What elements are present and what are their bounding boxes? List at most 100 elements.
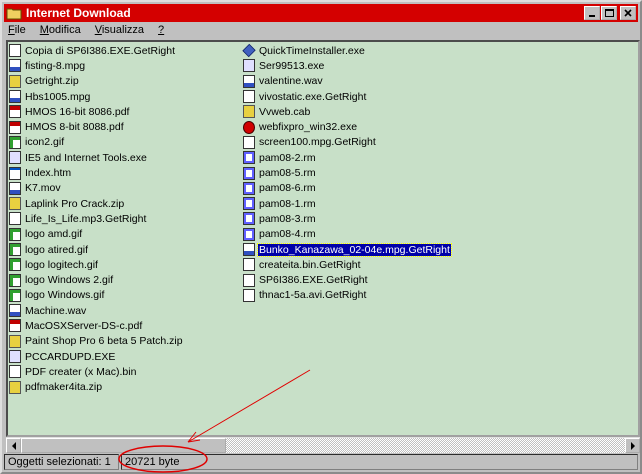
menu-accelerator: ?: [158, 24, 165, 36]
status-selected-count: Oggetti selezionati: 1: [4, 454, 119, 470]
menu-accelerator: V: [94, 24, 102, 36]
file-column-2: QuickTimeInstaller.exe Ser99513.exe valent…: [242, 43, 452, 303]
zip-file-icon: [9, 197, 21, 211]
file-item[interactable]: HMOS 8-bit 8088.pdf: [9, 119, 184, 134]
doc-file-icon: [9, 44, 21, 58]
file-item[interactable]: K7.mov: [9, 181, 184, 196]
file-item[interactable]: Vvweb.cab: [243, 104, 451, 119]
file-item[interactable]: MacOSXServer-DS-c.pdf: [9, 318, 184, 333]
scroll-thumb[interactable]: [21, 438, 226, 453]
file-item[interactable]: SP6I386.EXE.GetRight: [243, 272, 451, 287]
file-name: SP6I386.EXE.GetRight: [259, 274, 368, 287]
file-item[interactable]: Index.htm: [9, 165, 184, 180]
file-item[interactable]: vivostatic.exe.GetRight: [243, 89, 451, 104]
file-item[interactable]: pam08-5.rm: [243, 165, 451, 180]
file-item[interactable]: Hbs1005.mpg: [9, 89, 184, 104]
rm-file-icon: [243, 151, 255, 165]
file-name: Hbs1005.mpg: [25, 90, 91, 103]
scroll-right-button[interactable]: [625, 438, 640, 453]
file-item[interactable]: logo atired.gif: [9, 242, 184, 257]
file-name: webfixpro_win32.exe: [259, 121, 358, 134]
file-item[interactable]: logo logitech.gif: [9, 257, 184, 272]
gif-file-icon: [9, 243, 21, 256]
file-item[interactable]: logo Windows.gif: [9, 288, 184, 303]
maximize-button[interactable]: [601, 6, 617, 20]
doc-file-icon: [9, 212, 21, 226]
file-item[interactable]: logo amd.gif: [9, 227, 184, 242]
doc-file-icon: [243, 258, 255, 272]
file-name: createita.bin.GetRight: [259, 258, 361, 271]
media-file-icon: [9, 304, 21, 318]
file-item[interactable]: Machine.wav: [9, 303, 184, 318]
file-item[interactable]: PDF creater (x Mac).bin: [9, 364, 184, 379]
file-item[interactable]: webfixpro_win32.exe: [243, 119, 451, 134]
maximize-icon: [604, 9, 614, 17]
file-name: vivostatic.exe.GetRight: [259, 90, 367, 103]
file-item[interactable]: Ser99513.exe: [243, 58, 451, 73]
file-name: PCCARDUPD.EXE: [25, 350, 116, 363]
file-item[interactable]: Paint Shop Pro 6 beta 5 Patch.zip: [9, 334, 184, 349]
scroll-left-button[interactable]: [6, 438, 21, 453]
close-icon: [624, 9, 632, 17]
file-item[interactable]: pam08-2.rm: [243, 150, 451, 165]
menu-label: ile: [14, 24, 26, 36]
file-item[interactable]: pam08-6.rm: [243, 181, 451, 196]
exe-file-icon: [9, 350, 21, 364]
file-item[interactable]: fisting-8.mpg: [9, 58, 184, 73]
close-button[interactable]: [620, 6, 636, 20]
folder-icon: [6, 8, 22, 20]
file-name: pam08-1.rm: [259, 197, 316, 210]
file-name: logo logitech.gif: [25, 258, 98, 271]
minimize-icon: [589, 15, 595, 17]
file-item[interactable]: pam08-4.rm: [243, 227, 451, 242]
gif-file-icon: [9, 288, 21, 302]
file-item[interactable]: pdfmaker4ita.zip: [9, 380, 184, 395]
file-name: logo atired.gif: [25, 243, 89, 256]
file-item[interactable]: pam08-3.rm: [243, 211, 451, 226]
file-name: Ser99513.exe: [259, 59, 325, 72]
file-item[interactable]: valentine.wav: [243, 74, 451, 89]
zip-file-icon: [9, 334, 21, 348]
menu-item-0[interactable]: File: [6, 24, 28, 40]
file-item[interactable]: PCCARDUPD.EXE: [9, 349, 184, 364]
file-item[interactable]: Getright.zip: [9, 74, 184, 89]
file-name: valentine.wav: [259, 75, 323, 88]
menu-item-2[interactable]: Visualizza: [93, 24, 146, 40]
pdf-file-icon: [9, 319, 21, 333]
minimize-button[interactable]: [584, 6, 600, 20]
file-item[interactable]: Bunko_Kanazawa_02-04e.mpg.GetRight: [243, 242, 452, 257]
status-size: 20721 byte: [121, 454, 638, 470]
title-bar[interactable]: Internet Download: [4, 4, 638, 22]
file-item[interactable]: Life_Is_Life.mp3.GetRight: [9, 211, 184, 226]
file-item[interactable]: pam08-1.rm: [243, 196, 451, 211]
exe-file-icon: [243, 59, 255, 73]
menu-item-1[interactable]: Modifica: [38, 24, 83, 40]
file-column-1: Copia di SP6I386.EXE.GetRight fisting-8.m…: [9, 43, 184, 395]
exe-file-icon: [9, 151, 21, 165]
window-title: Internet Download: [26, 6, 131, 20]
file-item[interactable]: createita.bin.GetRight: [243, 257, 451, 272]
file-name: Bunko_Kanazawa_02-04e.mpg.GetRight: [257, 242, 452, 257]
zip-file-icon: [243, 105, 255, 119]
doc-file-icon: [243, 135, 255, 149]
file-item[interactable]: icon2.gif: [9, 135, 184, 150]
file-item[interactable]: QuickTimeInstaller.exe: [242, 43, 451, 58]
file-item[interactable]: IE5 and Internet Tools.exe: [9, 150, 184, 165]
file-item[interactable]: Copia di SP6I386.EXE.GetRight: [9, 43, 184, 58]
menu-item-3[interactable]: ?: [156, 24, 166, 40]
file-item[interactable]: Laplink Pro Crack.zip: [9, 196, 184, 211]
horizontal-scrollbar[interactable]: [6, 437, 640, 453]
window-controls: [583, 6, 636, 20]
file-item[interactable]: screen100.mpg.GetRight: [243, 135, 451, 150]
pdf-file-icon: [9, 105, 21, 119]
rm-file-icon: [243, 197, 255, 211]
media-file-icon: [9, 90, 21, 104]
explorer-window: Internet Download File Modifica Visualizza…: [0, 0, 642, 474]
file-list[interactable]: Copia di SP6I386.EXE.GetRight fisting-8.m…: [6, 40, 640, 437]
file-name: K7.mov: [25, 182, 61, 195]
file-item[interactable]: logo Windows 2.gif: [9, 272, 184, 287]
file-item[interactable]: thnac1-5a.avi.GetRight: [243, 288, 451, 303]
file-name: PDF creater (x Mac).bin: [25, 365, 137, 378]
file-name: Vvweb.cab: [259, 105, 311, 118]
file-item[interactable]: HMOS 16-bit 8086.pdf: [9, 104, 184, 119]
